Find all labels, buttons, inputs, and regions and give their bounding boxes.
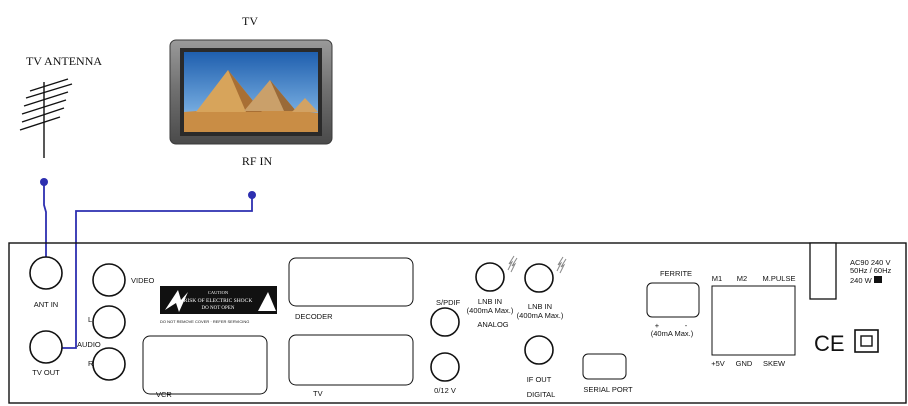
mpulse-label: M.PULSE [763, 274, 796, 283]
if-out-jack[interactable] [524, 335, 554, 365]
lnb-in-1-label: LNB IN [478, 297, 502, 306]
ce-mark-icon: CE [814, 331, 845, 356]
audio-l-label: L [88, 315, 92, 324]
tv-title: TV [242, 14, 258, 28]
serial-port[interactable] [582, 353, 627, 380]
ant-in-jack[interactable] [29, 256, 63, 290]
m1-label: M1 [712, 274, 722, 283]
connection-diagram: TV TV ANTENNA RF IN ANT IN TV OUT VIDEO … [8, 14, 907, 404]
v012-label: 0/12 V [434, 386, 456, 395]
skew-label: SKEW [763, 359, 786, 368]
audio-label: AUDIO [77, 340, 101, 349]
spdif-label: S/PDIF [436, 298, 461, 307]
warning-line-3: DO NOT OPEN [202, 306, 235, 311]
power-cord [809, 242, 837, 300]
tv-scart-label: TV [313, 389, 323, 398]
warning-line-1: CAUTION [208, 290, 229, 295]
power-rating-line-3: 240 W [850, 276, 873, 285]
tv-out-jack[interactable] [29, 330, 63, 364]
audio-r-label: R [88, 359, 94, 368]
warning-line-2: RISK OF ELECTRIC SHOCK [184, 298, 253, 304]
decoder-scart[interactable] [288, 257, 414, 307]
digital-label: DIGITAL [527, 390, 556, 399]
ferrite-label: FERRITE [660, 269, 692, 278]
tv-scart[interactable] [288, 334, 414, 386]
spdif-jack[interactable] [430, 307, 460, 337]
lnb-in-2-jack[interactable] [524, 263, 554, 293]
decoder-label: DECODER [295, 312, 333, 321]
audio-l-jack[interactable] [92, 305, 126, 339]
vcr-label: VCR [156, 390, 172, 399]
serial-port-label: SERIAL PORT [583, 385, 633, 394]
double-insulation-icon [854, 329, 879, 353]
plus5v-label: +5V [711, 359, 725, 368]
ferrite-max: (40mA Max.) [651, 329, 694, 338]
tv-out-label: TV OUT [32, 368, 60, 377]
ant-in-label: ANT IN [34, 300, 58, 309]
pyramid-scene-image [184, 52, 318, 132]
lnb-1-signal-icon [507, 255, 518, 273]
lnb-in-1-jack[interactable] [475, 262, 505, 292]
if-out-label: IF OUT [527, 375, 552, 384]
tv-rf-in-label: RF IN [242, 154, 273, 168]
lnb-in-2-label: LNB IN [528, 302, 552, 311]
electric-shock-warning-label: CAUTION RISK OF ELECTRIC SHOCK DO NOT OP… [160, 286, 277, 324]
lnb-in-2-max: (400mA Max.) [517, 311, 564, 320]
analog-label: ANALOG [477, 320, 508, 329]
power-indicator-icon [874, 276, 882, 283]
power-rating-line-2: 50Hz / 60Hz [850, 266, 892, 275]
antenna-icon [19, 78, 73, 158]
vcr-scart[interactable] [142, 335, 268, 395]
tv-set [169, 39, 333, 145]
ferrite-connector[interactable] [646, 282, 700, 318]
warning-fine-print: DO NOT REMOVE COVER · REFER SERVICING [160, 319, 249, 324]
video-label: VIDEO [131, 276, 155, 285]
gnd-label: GND [736, 359, 753, 368]
antenna-title: TV ANTENNA [26, 54, 102, 68]
audio-r-jack[interactable] [92, 347, 126, 381]
antenna-to-antin-cable [40, 178, 50, 266]
m2-label: M2 [737, 274, 747, 283]
lnb-in-1-max: (400mA Max.) [467, 306, 514, 315]
tvout-to-rfin-cable [42, 191, 256, 352]
motor-skew-connector[interactable] [711, 285, 796, 356]
video-jack[interactable] [92, 263, 126, 297]
v012-jack[interactable] [430, 352, 460, 382]
lnb-2-signal-icon [556, 256, 567, 274]
